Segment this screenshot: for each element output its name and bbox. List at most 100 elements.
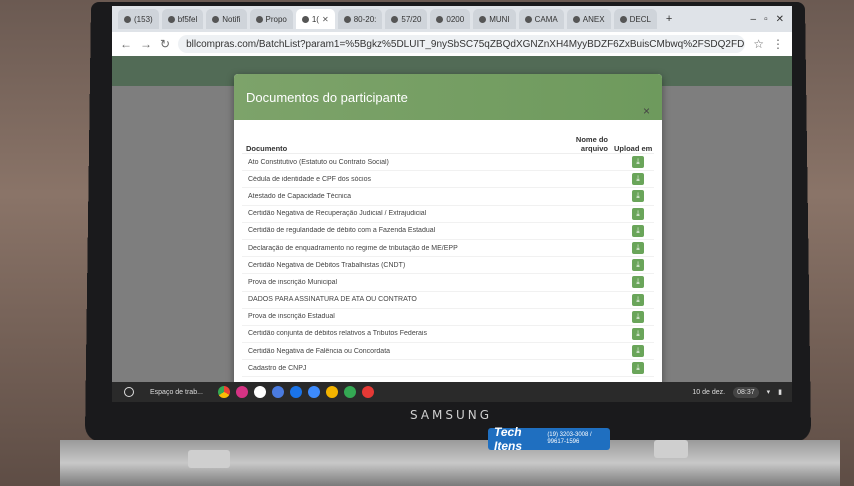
browser-tab[interactable]: 80-20: xyxy=(337,9,383,29)
close-window-icon[interactable]: ✕ xyxy=(776,14,784,25)
download-icon[interactable]: ⤓ xyxy=(632,242,644,255)
download-icon[interactable]: ⤓ xyxy=(632,259,644,272)
document-name: Ato Constitutivo (Estatuto ou Contrato S… xyxy=(248,158,389,166)
column-upload: Upload em xyxy=(614,144,653,153)
youtube-icon[interactable] xyxy=(362,386,374,398)
document-name: Certidão Negativa de Falência ou Concord… xyxy=(248,347,391,355)
launcher-icon[interactable] xyxy=(124,387,134,397)
brand-logo: SAMSUNG xyxy=(410,408,493,422)
download-icon[interactable]: ⤓ xyxy=(632,362,644,375)
document-name: Cadastro de CNPJ xyxy=(248,364,307,372)
documents-modal: Documentos do participante × Documento N… xyxy=(234,74,662,394)
new-tab-button[interactable]: + xyxy=(660,13,678,25)
bookmark-star-icon[interactable]: ☆ xyxy=(753,37,764,51)
app-icon-pink[interactable] xyxy=(236,386,248,398)
tab-label: Propo xyxy=(265,14,287,24)
files-icon[interactable] xyxy=(290,386,302,398)
download-icon[interactable]: ⤓ xyxy=(632,327,644,340)
minimize-icon[interactable]: – xyxy=(751,14,757,25)
favicon-icon xyxy=(619,15,627,23)
browser-tabbar: (153) bf5fel Notifi Propo 1(✕ 80-20: 57/20 0200… xyxy=(112,6,792,32)
gmail-icon[interactable] xyxy=(254,386,266,398)
table-row: Certidão Negativa de Falência ou Concord… xyxy=(242,343,654,361)
favicon-icon xyxy=(343,15,351,23)
document-name: Cédula de identidade e CPF dos sócios xyxy=(248,175,371,183)
table-row: Cadastro de CNPJ ⤓ xyxy=(242,360,654,378)
favicon-icon xyxy=(167,15,175,23)
download-icon[interactable]: ⤓ xyxy=(632,293,644,306)
table-row: Certidão conjunta de débitos relativos a… xyxy=(242,326,654,344)
tab-label: 57/20 xyxy=(401,14,422,24)
battery-icon: ▮ xyxy=(778,389,782,396)
tab-close-icon[interactable]: ✕ xyxy=(322,15,329,24)
wifi-icon: ▾ xyxy=(766,389,771,396)
tab-label: MUNI xyxy=(489,14,510,24)
sticker-label: Tech Itens xyxy=(494,425,523,453)
tab-label: Notifi xyxy=(222,14,241,24)
clock: 08:37 xyxy=(733,386,759,398)
favicon-icon xyxy=(391,15,399,23)
document-name: Certidão Negativa de Recuperação Judicia… xyxy=(248,210,427,218)
favicon-icon xyxy=(479,15,487,23)
column-document: Documento xyxy=(246,144,288,153)
tech-itens-sticker: Tech Itens (19) 3203-3008 / 99617-1596 xyxy=(488,425,610,453)
tab-label: 0200 xyxy=(446,14,465,24)
favicon-icon xyxy=(255,15,263,23)
status-tray[interactable]: 10 de dez. 08:37 ▾ ▮ xyxy=(692,386,792,398)
forward-icon[interactable]: → xyxy=(140,37,152,51)
tab-label: (153) xyxy=(134,14,153,24)
laptop-base xyxy=(60,440,840,486)
browser-tab[interactable]: 57/20 xyxy=(385,9,428,29)
hinge-left xyxy=(188,450,230,468)
browser-tab[interactable]: bf5fel xyxy=(161,9,204,29)
browser-tab[interactable]: (153) xyxy=(118,9,159,29)
favicon-icon xyxy=(572,15,580,23)
browser-tab[interactable]: Propo xyxy=(249,9,293,29)
download-icon[interactable]: ⤓ xyxy=(632,224,644,237)
app-icon-blue[interactable] xyxy=(272,386,284,398)
table-row: Declaração de enquadramento no regime de… xyxy=(242,240,654,258)
messages-icon[interactable] xyxy=(308,386,320,398)
table-row: Certidão de regularidade de débito com a… xyxy=(242,223,654,240)
url-field[interactable]: bllcompras.com/BatchList?param1=%5Bgkz%5… xyxy=(178,35,746,53)
hinge-right xyxy=(654,440,688,458)
modal-header: Documentos do participante × xyxy=(234,74,662,120)
reload-icon[interactable]: ↻ xyxy=(160,37,170,51)
menu-icon[interactable]: ⋮ xyxy=(772,37,784,51)
browser-tab[interactable]: DECL xyxy=(613,9,657,29)
desk-name[interactable]: Espaço de trab... xyxy=(140,389,212,396)
window-controls: – ▫ ✕ xyxy=(751,14,793,25)
favicon-icon xyxy=(436,15,444,23)
download-icon[interactable]: ⤓ xyxy=(632,276,644,289)
table-rows: Ato Constitutivo (Estatuto ou Contrato S… xyxy=(242,154,654,378)
tab-label: DECL xyxy=(629,14,651,24)
download-icon[interactable]: ⤓ xyxy=(632,310,644,323)
download-icon[interactable]: ⤓ xyxy=(632,190,644,203)
download-icon[interactable]: ⤓ xyxy=(632,173,644,186)
download-icon[interactable]: ⤓ xyxy=(632,207,644,220)
tab-label: 80-20: xyxy=(353,14,377,24)
download-icon[interactable]: ⤓ xyxy=(632,345,644,358)
download-icon[interactable]: ⤓ xyxy=(632,156,644,169)
modal-title: Documentos do participante xyxy=(246,89,408,105)
table-header: Documento Nome do arquivo Upload em xyxy=(242,128,654,154)
chrome-icon[interactable] xyxy=(218,386,230,398)
play-store-icon[interactable] xyxy=(344,386,356,398)
url-text: bllcompras.com/BatchList?param1=%5Bgkz%5… xyxy=(186,38,745,50)
browser-tab[interactable]: ANEX xyxy=(566,9,611,29)
sticker-phone: (19) 3203-3008 / 99617-1596 xyxy=(547,432,592,445)
favicon-icon xyxy=(524,15,532,23)
photos-icon[interactable] xyxy=(326,386,338,398)
modal-close-button[interactable]: × xyxy=(643,104,650,118)
back-icon[interactable]: ← xyxy=(120,37,132,51)
table-row: DADOS PARA ASSINATURA DE ATA OU CONTRATO… xyxy=(242,292,654,309)
document-name: DADOS PARA ASSINATURA DE ATA OU CONTRATO xyxy=(248,296,417,304)
browser-tab[interactable]: 0200 xyxy=(430,9,471,29)
browser-tab[interactable]: CAMA xyxy=(518,9,564,29)
browser-tab[interactable]: MUNI xyxy=(473,9,516,29)
browser-tab[interactable]: Notifi xyxy=(206,9,247,29)
table-row: Ato Constitutivo (Estatuto ou Contrato S… xyxy=(242,154,654,172)
browser-tab[interactable]: 1(✕ xyxy=(295,9,335,29)
maximize-icon[interactable]: ▫ xyxy=(764,14,768,25)
table-row: Certidão Negativa de Débitos Trabalhista… xyxy=(242,257,654,275)
